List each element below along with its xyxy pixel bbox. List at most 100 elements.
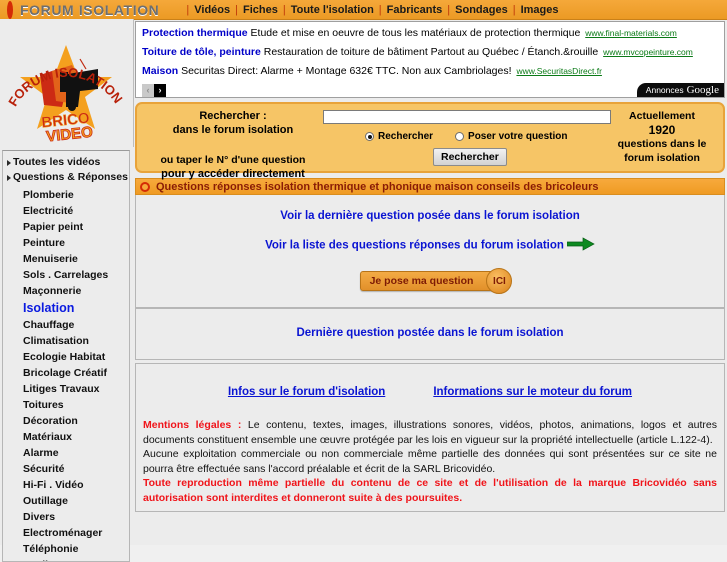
sidebar-item-electricit[interactable]: Electricité xyxy=(3,203,129,219)
sidebar-item-ecologie-habitat[interactable]: Ecologie Habitat xyxy=(3,349,129,365)
radio-rechercher-label: Rechercher xyxy=(378,131,434,142)
sidebar-item-d-coration[interactable]: Décoration xyxy=(3,413,129,429)
site-logo[interactable]: FORUM ISOLATION BRICO VIDEO xyxy=(0,19,134,147)
counter-number: 1920 xyxy=(648,123,676,137)
sidebar-item-label: Climatisation xyxy=(23,335,89,347)
ad-title[interactable]: Protection thermique xyxy=(142,27,248,39)
nav-separator: | xyxy=(378,3,382,16)
ads-badge-brand: Google xyxy=(686,84,719,96)
ad-item[interactable]: Protection thermique Etude et mise en oe… xyxy=(142,26,718,41)
nav-item-toute-isolation[interactable]: Toute l'isolation xyxy=(291,4,374,16)
top-header-bar: FORUM ISOLATION | Vidéos | Fiches | Tout… xyxy=(0,0,727,20)
radio-poser-question-label: Poser votre question xyxy=(468,131,568,142)
ici-badge[interactable]: ICI xyxy=(486,268,513,294)
search-labels: Rechercher : dans le forum isolation ou … xyxy=(143,109,323,181)
sidebar-item-label: Isolation xyxy=(23,301,75,315)
sidebar-item-hi-fi-vid-o[interactable]: Hi-Fi . Vidéo xyxy=(3,477,129,493)
sidebar-item-label: Hi-Fi . Vidéo xyxy=(23,479,84,491)
sidebar-item-sols-carrelages[interactable]: Sols . Carrelages xyxy=(3,267,129,283)
radio-button-icon[interactable] xyxy=(365,132,374,141)
radio-button-icon[interactable] xyxy=(455,132,465,141)
sidebar-item-plomberie[interactable]: Plomberie xyxy=(3,187,129,203)
sidebar-item-label: Plomberie xyxy=(23,189,74,201)
search-panel: Rechercher : dans le forum isolation ou … xyxy=(135,102,725,180)
sidebar-item-toutes-les-videos[interactable]: Toutes les vidéos xyxy=(3,155,129,170)
sidebar-item-divers[interactable]: Divers xyxy=(3,509,129,525)
top-navigation: | Vidéos | Fiches | Toute l'isolation | … xyxy=(181,4,558,16)
sidebar-item-jardinage[interactable]: Jardinage xyxy=(3,557,129,561)
sidebar-item-bricolage-cr-atif[interactable]: Bricolage Créatif xyxy=(3,365,129,381)
link-infos-forum[interactable]: Infos sur le forum d'isolation xyxy=(228,386,385,398)
sidebar-item-menuiserie[interactable]: Menuiserie xyxy=(3,251,129,267)
link-last-question[interactable]: Voir la dernière question posée dans le … xyxy=(280,210,580,222)
nav-item-fiches[interactable]: Fiches xyxy=(243,4,278,16)
legal-title: Mentions légales : xyxy=(143,419,242,431)
radio-rechercher[interactable]: Rechercher xyxy=(365,131,433,142)
nav-item-videos[interactable]: Vidéos xyxy=(194,4,230,16)
list-questions-line: Voir la liste des questions réponses du … xyxy=(136,237,724,254)
counter-line1: Actuellement xyxy=(629,110,695,122)
sidebar-item-label: Electroménager xyxy=(23,527,103,539)
sidebar-item-mat-riaux[interactable]: Matériaux xyxy=(3,429,129,445)
link-infos-moteur[interactable]: Informations sur le moteur du forum xyxy=(433,386,632,398)
page-root: FORUM ISOLATION | Vidéos | Fiches | Tout… xyxy=(0,0,727,562)
left-sidebar: FORUM ISOLATION BRICO VIDEO Toutes les v… xyxy=(0,19,134,562)
section-title: Questions réponses isolation thermique e… xyxy=(156,180,599,193)
ad-pagination: ‹ › xyxy=(142,83,718,97)
nav-separator: | xyxy=(235,3,238,16)
legal-text-3: Toute reproduction même partielle du con… xyxy=(143,477,717,504)
sidebar-item-toitures[interactable]: Toitures xyxy=(3,397,129,413)
ad-title[interactable]: Maison xyxy=(142,65,178,77)
nav-item-fabricants[interactable]: Fabricants xyxy=(387,4,443,16)
ad-text: Restauration de toiture de bâtiment Part… xyxy=(263,46,599,58)
sidebar-item-peinture[interactable]: Peinture xyxy=(3,235,129,251)
sidebar-item-s-curit[interactable]: Sécurité xyxy=(3,461,129,477)
sidebar-top-group: Toutes les vidéos Questions & Réponses xyxy=(3,151,129,185)
radio-poser-question[interactable]: Poser votre question xyxy=(455,131,568,142)
sidebar-item-t-l-phonie[interactable]: Téléphonie xyxy=(3,541,129,557)
ask-question-button[interactable]: Je pose ma question ICI xyxy=(359,268,513,294)
sidebar-item-alarme[interactable]: Alarme xyxy=(3,445,129,461)
last-posted-title[interactable]: Dernière question postée dans le forum i… xyxy=(296,327,563,339)
sidebar-item-label: Chauffage xyxy=(23,319,75,331)
sidebar-item-isolation[interactable]: Isolation xyxy=(3,299,129,317)
main-content: Protection thermique Etude et mise en oe… xyxy=(135,21,727,512)
legal-paragraph-2: Aucune exploitation commerciale ou non c… xyxy=(143,447,717,476)
google-ads-badge[interactable]: Annonces Google xyxy=(636,83,724,97)
legal-paragraph-3: Toute reproduction même partielle du con… xyxy=(143,476,717,505)
link-list-questions[interactable]: Voir la liste des questions réponses du … xyxy=(265,239,564,251)
search-input[interactable] xyxy=(323,110,611,124)
sidebar-item-electrom-nager[interactable]: Electroménager xyxy=(3,525,129,541)
ad-url[interactable]: www.SecuritasDirect.fr xyxy=(516,66,602,76)
sidebar-item-ma-onnerie[interactable]: Maçonnerie xyxy=(3,283,129,299)
sidebar-item-label: Divers xyxy=(23,511,56,523)
nav-item-images[interactable]: Images xyxy=(521,4,559,16)
ad-item[interactable]: Maison Securitas Direct: Alarme + Montag… xyxy=(142,64,718,79)
sidebar-item-label: Menuiserie xyxy=(23,253,78,265)
nav-item-sondages[interactable]: Sondages xyxy=(455,4,508,16)
ad-item[interactable]: Toiture de tôle, peinture Restauration d… xyxy=(142,45,718,60)
sidebar-item-label: Décoration xyxy=(23,415,78,427)
sidebar-item-questions-reponses[interactable]: Questions & Réponses xyxy=(3,170,129,185)
triangle-right-icon xyxy=(7,159,11,166)
sidebar-item-litiges-travaux[interactable]: Litiges Travaux xyxy=(3,381,129,397)
ask-question-label: Je pose ma question xyxy=(369,275,474,287)
sidebar-item-climatisation[interactable]: Climatisation xyxy=(3,333,129,349)
sidebar-item-outillage[interactable]: Outillage xyxy=(3,493,129,509)
search-submit-button[interactable]: Rechercher xyxy=(433,148,507,166)
ad-title[interactable]: Toiture de tôle, peinture xyxy=(142,46,261,58)
sidebar-item-chauffage[interactable]: Chauffage xyxy=(3,317,129,333)
site-brand-title: FORUM ISOLATION xyxy=(20,1,160,18)
nav-separator: | xyxy=(447,3,451,16)
ad-next-icon[interactable]: › xyxy=(154,83,166,97)
ad-prev-icon[interactable]: ‹ xyxy=(142,83,154,97)
sidebar-item-label: Bricolage Créatif xyxy=(23,367,108,379)
sidebar-item-papier-peint[interactable]: Papier peint xyxy=(3,219,129,235)
search-hint-line2: pour y accéder directement xyxy=(161,168,305,180)
ad-url[interactable]: www.final-materials.com xyxy=(585,28,677,38)
question-counter: Actuellement 1920 questions dans le foru… xyxy=(607,109,717,165)
sidebar-item-label: Sécurité xyxy=(23,463,65,475)
sidebar-item-label: Maçonnerie xyxy=(23,285,82,297)
ad-url[interactable]: www.mvcopeinture.com xyxy=(603,47,693,57)
counter-line3: forum isolation xyxy=(624,152,700,164)
